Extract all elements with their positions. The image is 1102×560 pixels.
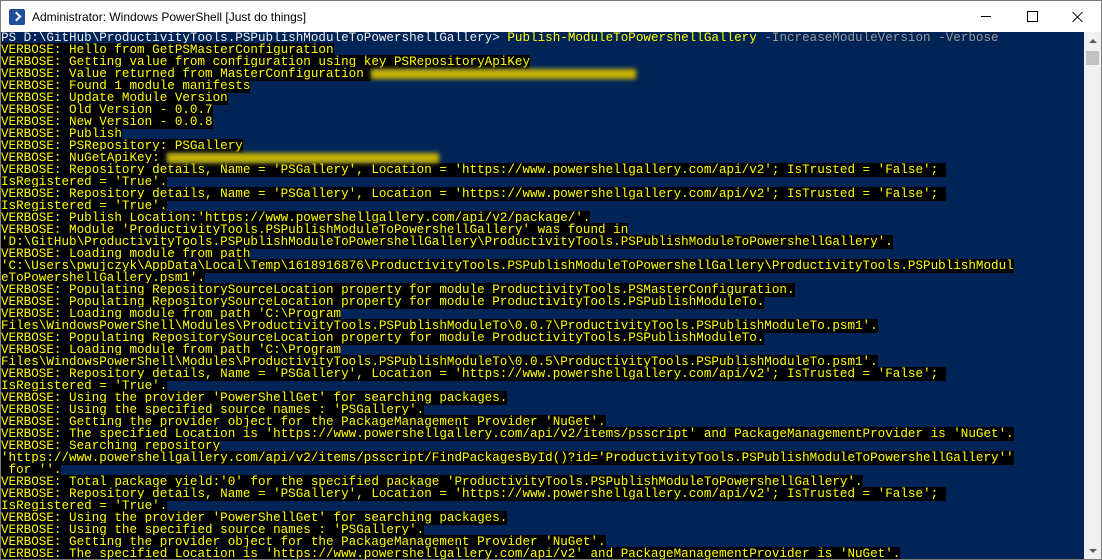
close-icon bbox=[1072, 11, 1084, 23]
close-button[interactable] bbox=[1055, 1, 1101, 32]
verbose-output: VERBOSE: Hello from GetPSMasterConfigura… bbox=[1, 43, 1085, 559]
chevron-up-icon bbox=[1088, 38, 1097, 43]
powershell-icon[interactable] bbox=[9, 8, 25, 25]
console-output[interactable]: PS D:\GitHub\ProductivityTools.PSPublish… bbox=[1, 32, 1085, 559]
command-parameters: -IncreaseModuleVersion -Verbose bbox=[756, 32, 999, 45]
title-bar[interactable]: Administrator: Windows PowerShell [Just … bbox=[1, 1, 1101, 32]
verbose-text: 'https://www.powershellgallery.com/api/v… bbox=[1, 451, 1014, 465]
console-line: 'https://www.powershellgallery.com/api/v… bbox=[1, 451, 1085, 465]
maximize-icon bbox=[1026, 11, 1038, 22]
console-line: VERBOSE: New Version - 0.0.8 bbox=[1, 115, 1085, 129]
command-name: Publish-ModuleToPowershellGallery bbox=[507, 32, 757, 45]
redacted-value: xxxxxxxxxxxxxxxxxxxxxxxxxxxxxxxxxxxx bbox=[167, 152, 440, 163]
chevron-down-icon bbox=[1088, 548, 1097, 553]
minimize-button[interactable] bbox=[963, 1, 1009, 32]
verbose-text: VERBOSE: The specified Location is 'http… bbox=[1, 547, 901, 559]
vertical-scrollbar[interactable] bbox=[1084, 32, 1101, 559]
scroll-down-button[interactable] bbox=[1084, 542, 1101, 559]
maximize-button[interactable] bbox=[1009, 1, 1055, 32]
powershell-window: Administrator: Windows PowerShell [Just … bbox=[0, 0, 1102, 560]
window-title: Administrator: Windows PowerShell [Just … bbox=[32, 9, 307, 24]
scroll-up-button[interactable] bbox=[1084, 32, 1101, 49]
redacted-value: xxxxxxxxxxxxxxxxxxxxxxxxxxxxxxxxxxx bbox=[371, 68, 636, 79]
console-line: VERBOSE: The specified Location is 'http… bbox=[1, 547, 1085, 559]
scroll-thumb[interactable] bbox=[1086, 51, 1099, 65]
minimize-icon bbox=[981, 16, 991, 17]
